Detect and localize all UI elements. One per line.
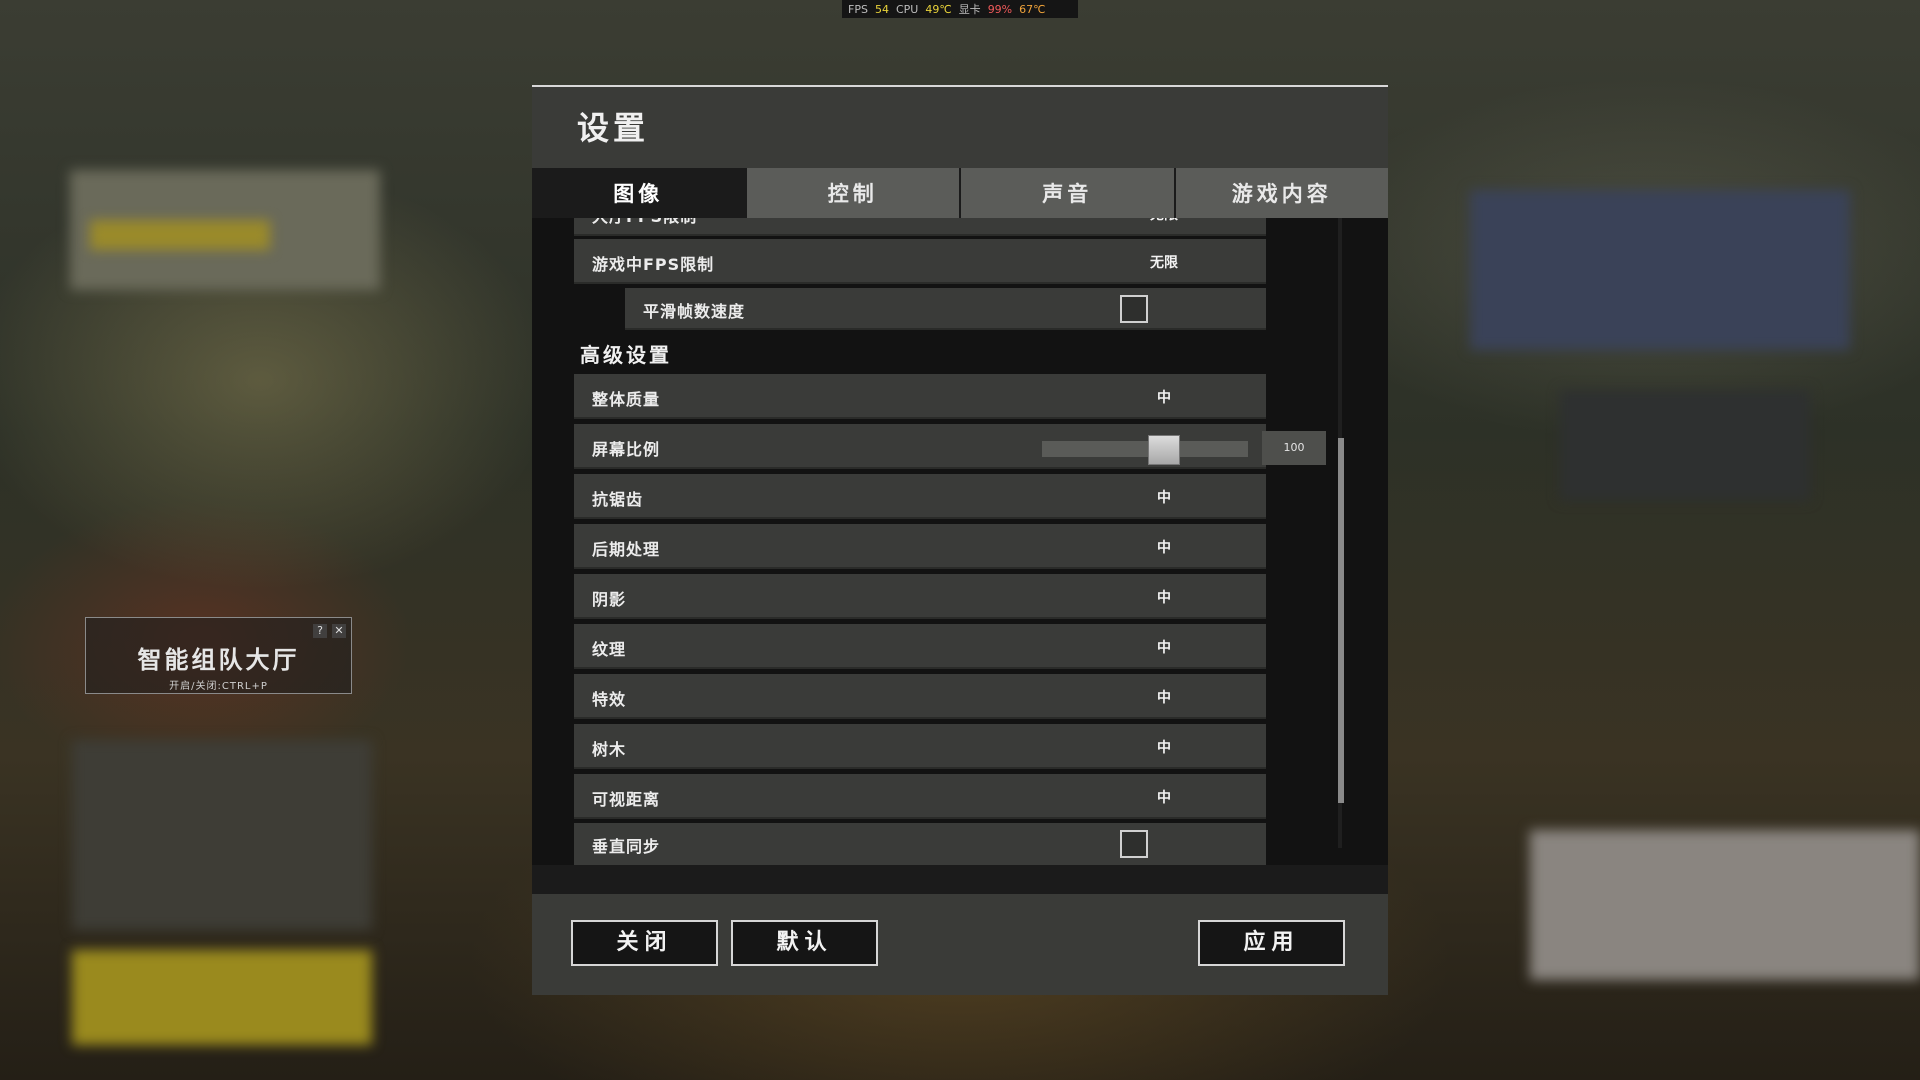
setting-value: 中 [1157,690,1171,706]
setting-row-anti-aliasing[interactable]: 抗锯齿 中 [574,474,1266,519]
setting-value: 中 [1157,540,1171,556]
setting-row-screen-scale: 屏幕比例 100 [574,424,1326,469]
setting-value: 中 [1157,640,1171,656]
help-icon[interactable]: ? [313,624,327,638]
setting-value: 中 [1157,740,1171,756]
lobby-widget-title: 智能组队大厅 [137,646,300,674]
setting-label: 整体质量 [592,390,661,409]
bg-panel [1560,390,1810,500]
setting-label: 屏幕比例 [592,440,661,459]
fps-value: 54 [874,2,889,16]
bg-ad-panel [1530,830,1920,980]
tab-controls[interactable]: 控制 [744,168,959,218]
hardware-monitor-overlay: FPS 54 CPU 49℃ 显卡 99% 67℃ [842,0,1078,18]
smart-team-lobby-widget[interactable]: ? ✕ 智能组队大厅 开启/关闭:CTRL+P [85,617,352,694]
setting-row-post-processing[interactable]: 后期处理 中 [574,524,1266,569]
close-button[interactable]: 关闭 [571,920,718,966]
dialog-title: 设置 [577,109,650,147]
tab-gameplay[interactable]: 游戏内容 [1173,168,1388,218]
setting-value: 中 [1157,390,1171,406]
bg-side-menu [72,740,372,930]
setting-label: 可视距离 [592,790,661,809]
setting-value: 中 [1157,590,1171,606]
setting-label: 平滑帧数速度 [643,302,746,321]
bg-banner-strip [90,220,270,250]
setting-label: 抗锯齿 [592,490,644,509]
screen-scale-slider-track[interactable] [1042,441,1248,457]
vsync-checkbox[interactable] [1120,830,1148,858]
settings-content: 大厅FPS限制 无限 游戏中FPS限制 无限 平滑帧数速度 高级设置 整体质量 … [532,218,1388,865]
setting-row-textures[interactable]: 纹理 中 [574,624,1266,669]
gpu-temp: 67℃ [1019,2,1046,16]
apply-button[interactable]: 应用 [1198,920,1345,966]
tab-sound[interactable]: 声音 [959,168,1174,218]
setting-row-lobby-fps[interactable]: 大厅FPS限制 无限 [574,218,1266,236]
bg-start-button [72,950,372,1045]
setting-label: 纹理 [592,640,627,659]
cpu-label: CPU [895,2,919,16]
gpu-load: 99% [987,2,1013,16]
close-icon[interactable]: ✕ [332,624,346,638]
setting-label: 游戏中FPS限制 [592,255,715,274]
setting-label: 阴影 [592,590,627,609]
setting-label: 垂直同步 [592,837,661,856]
fps-label: FPS [848,2,868,16]
setting-row-shadows[interactable]: 阴影 中 [574,574,1266,619]
setting-value: 中 [1157,790,1171,806]
gpu-label: 显卡 [958,3,981,16]
settings-dialog: 设置 图像 控制 声音 游戏内容 大厅FPS限制 无限 游戏中FPS限制 无限 … [532,85,1388,995]
setting-label: 树木 [592,740,627,759]
setting-value: 无限 [1140,218,1188,224]
setting-row-vsync: 垂直同步 [574,823,1266,865]
screen-scale-value-field[interactable]: 100 [1262,431,1326,465]
section-title-advanced: 高级设置 [580,343,672,367]
setting-value: 中 [1157,490,1171,506]
default-button[interactable]: 默认 [731,920,878,966]
setting-value: 无限 [1150,255,1178,271]
lobby-widget-hotkey: 开启/关闭:CTRL+P [169,681,268,692]
bg-news-panel [1470,190,1850,350]
setting-label: 后期处理 [592,540,661,559]
dialog-header: 设置 [532,85,1388,168]
setting-row-effects[interactable]: 特效 中 [574,674,1266,719]
setting-row-ingame-fps-limit[interactable]: 游戏中FPS限制 无限 [574,239,1266,284]
setting-row-smooth-framerate: 平滑帧数速度 [625,288,1266,330]
tab-graphics[interactable]: 图像 [532,168,745,218]
setting-row-foliage[interactable]: 树木 中 [574,724,1266,769]
smooth-framerate-checkbox[interactable] [1120,295,1148,323]
scrollbar-thumb[interactable] [1338,438,1344,803]
setting-label: 特效 [592,690,627,709]
setting-label: 大厅FPS限制 [592,218,697,227]
header-divider [532,85,1388,87]
settings-tabs: 图像 控制 声音 游戏内容 [532,168,1388,218]
dialog-footer: 关闭 默认 应用 [532,894,1388,995]
cpu-temp: 49℃ [925,2,952,16]
screen-scale-slider-handle[interactable] [1148,435,1180,465]
setting-row-overall-quality[interactable]: 整体质量 中 [574,374,1266,419]
setting-row-view-distance[interactable]: 可视距离 中 [574,774,1266,819]
